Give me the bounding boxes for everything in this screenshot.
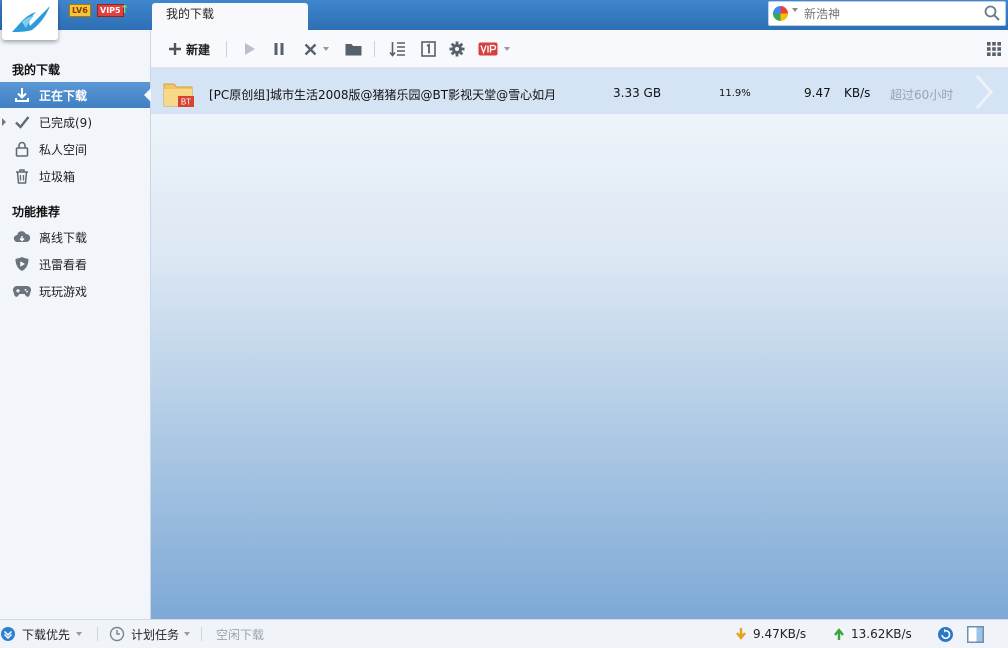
chevron-down-icon [184,632,191,636]
sidebar-item-private-space[interactable]: 私人空间 [0,136,150,162]
task-remaining-time: 超过60小时 [890,88,954,102]
download-priority-dropdown[interactable]: 下载优先 [0,626,83,642]
status-divider [97,627,98,641]
view-switch-button[interactable] [986,39,1002,59]
sort-list-icon [388,42,405,57]
sidebar-item-label: 正在下载 [39,88,88,103]
task-list: BT [PC原创组]城市生活2008版@猪猪乐园@BT影视天堂@雪心如月 3.3… [151,68,1008,619]
sidebar-item-label: 私人空间 [39,142,88,157]
status-bar: 下载优先 计划任务 空闲下载 9.47KB/s 13.62KB/s [0,619,1008,648]
sidebar-item-downloading[interactable]: 正在下载 [0,82,151,108]
chevron-down-icon[interactable] [792,8,798,12]
number-one-icon [420,41,436,57]
play-icon [245,43,255,55]
scheduled-tasks-dropdown[interactable]: 计划任务 [109,626,191,642]
table-row[interactable]: BT [PC原创组]城市生活2008版@猪猪乐园@BT影视天堂@雪心如月 3.3… [151,68,1008,114]
sidebar-item-play-games[interactable]: 玩玩游戏 [0,278,150,304]
search-engine-icon[interactable] [773,6,788,21]
chevron-down-icon[interactable] [504,47,510,51]
trash-icon [13,167,31,185]
section-title-features: 功能推荐 [12,205,61,219]
task-progress: 11.9% [719,88,751,99]
toolbar: 新建 [151,30,1008,68]
sidebar-item-completed[interactable]: 已完成(9) [0,109,150,135]
toolbar-divider [226,41,227,57]
task-size: 3.33 GB [613,86,662,100]
title-bar: LV6 VIP5 ↑ 我的下载 [0,0,1008,40]
hummingbird-logo-icon [12,6,50,32]
sidebar-item-label: 玩玩游戏 [39,284,88,299]
plus-icon [168,43,181,55]
download-arrow-icon [736,628,746,640]
bt-badge-label: BT [181,98,191,107]
upload-arrow-icon [834,628,844,640]
sidebar-item-trash[interactable]: 垃圾箱 [0,163,150,189]
idle-download-label: 空闲下载 [216,627,265,642]
new-task-label: 新建 [185,42,210,57]
panel-toggle-button[interactable] [967,625,984,643]
bt-folder-icon: BT [163,83,194,107]
search-box [768,1,1006,26]
schedule-label: 计划任务 [131,627,180,642]
gamepad-icon [13,282,31,300]
task-speed: 9.47 [804,86,831,100]
upload-speed-indicator: 13.62KB/s [833,626,912,642]
delete-button[interactable] [300,39,332,59]
sidebar-item-label: 迅雷看看 [39,257,88,272]
single-task-button[interactable] [418,39,438,59]
vip-icon [478,42,498,56]
sidebar: 我的下载 正在下载 已完成(9) 私人空间 垃圾箱 功能推荐 离线下载 迅雷看看… [0,30,151,619]
close-icon [304,43,316,55]
grid-icon [987,42,1001,56]
chevron-down-icon[interactable] [322,47,329,51]
download-speed-indicator: 9.47KB/s [735,626,806,642]
download-speed: 9.47KB/s [753,627,807,641]
gear-icon [449,41,465,57]
pause-button[interactable] [270,39,288,59]
sort-button[interactable] [387,39,407,59]
clock-icon [109,626,125,642]
sidebar-item-label: 垃圾箱 [39,169,76,184]
download-icon [13,86,31,104]
open-folder-button[interactable] [343,39,363,59]
toolbar-divider [374,41,375,57]
search-input[interactable] [802,3,976,25]
task-speed-unit: KB/s [844,86,871,100]
upload-speed: 13.62KB/s [851,627,912,641]
idle-download-toggle[interactable]: 空闲下载 [216,626,264,642]
lock-icon [13,140,31,158]
section-title-my-downloads: 我的下载 [12,63,61,77]
vip-upgrade-arrow-icon[interactable]: ↑ [120,3,129,16]
refresh-button[interactable] [937,626,954,642]
sidebar-item-xunlei-kankan[interactable]: 迅雷看看 [0,251,150,277]
checkmark-icon [13,113,31,131]
avatar[interactable] [2,0,58,40]
tab-my-downloads[interactable]: 我的下载 [152,3,308,30]
new-task-button[interactable]: 新建 [164,39,214,59]
status-divider [201,627,202,641]
side-panel-icon [967,625,984,643]
chevron-right-icon[interactable] [973,74,995,110]
task-name: [PC原创组]城市生活2008版@猪猪乐园@BT影视天堂@雪心如月 [209,88,557,102]
search-icon[interactable] [983,4,1001,22]
refresh-globe-icon [938,626,953,642]
sidebar-item-label: 离线下载 [39,230,88,245]
chevron-down-icon [76,632,83,636]
cloud-icon [13,228,31,246]
priority-icon [1,627,15,641]
sidebar-item-label: 已完成(9) [39,115,92,130]
start-button[interactable] [241,39,259,59]
vip-acceleration-button[interactable] [475,39,513,59]
level-badge[interactable]: LV6 [69,4,91,17]
sidebar-item-offline-download[interactable]: 离线下载 [0,224,150,250]
pause-icon [274,43,284,55]
settings-button[interactable] [447,39,467,59]
folder-icon [345,44,361,56]
play-shield-icon [13,255,31,273]
priority-label: 下载优先 [22,627,71,642]
expand-arrow-icon[interactable] [2,118,6,126]
